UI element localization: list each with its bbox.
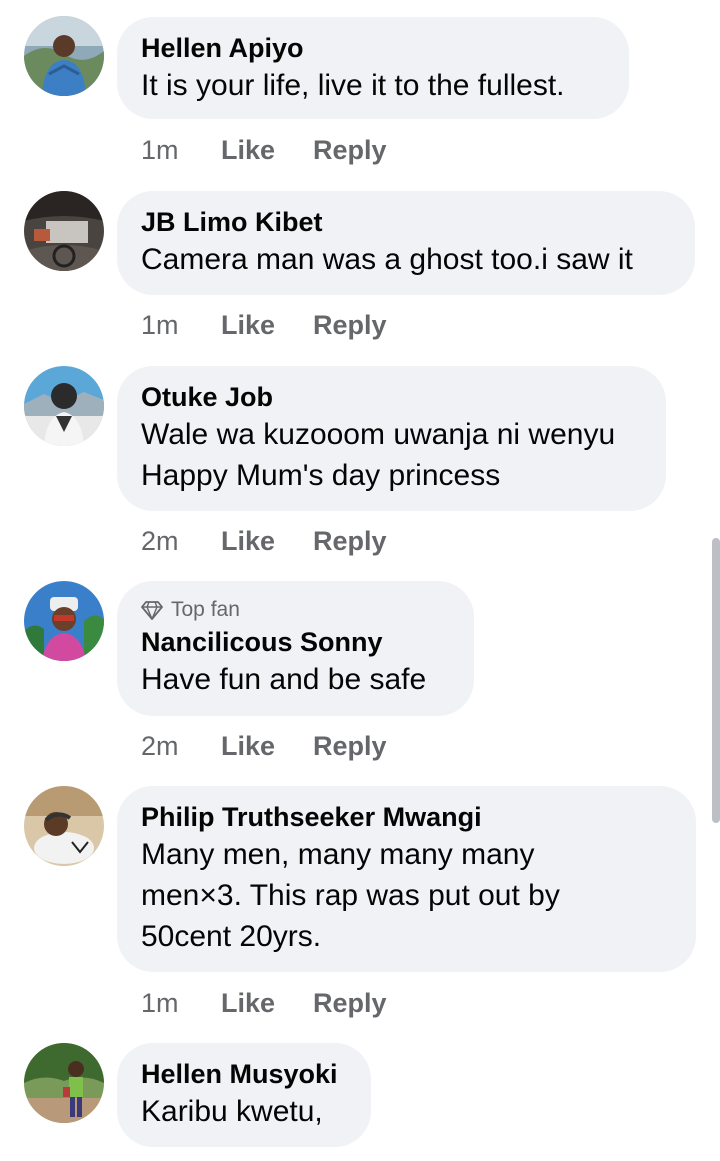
avatar[interactable] (24, 581, 104, 661)
comment-author[interactable]: Otuke Job (141, 380, 642, 414)
avatar[interactable] (24, 366, 104, 446)
comment-bubble: Philip Truthseeker Mwangi Many men, many… (117, 786, 696, 972)
comment-timestamp[interactable]: 2m (141, 524, 221, 558)
comment-bubble: Top fan Nancilicous Sonny Have fun and b… (117, 581, 474, 716)
comment-bubble: Hellen Apiyo It is your life, live it to… (117, 17, 629, 119)
badge-label: Top fan (171, 598, 240, 621)
comment-text: It is your life, live it to the fullest. (141, 69, 565, 102)
comment-text: Wale wa kuzooom uwanja ni wenyu Happy Mu… (141, 418, 616, 492)
comment-text: Camera man was a ghost too.i saw it (141, 243, 633, 276)
comment-author[interactable]: Hellen Apiyo (141, 31, 605, 65)
comment-actions: 2m Like Reply (141, 524, 387, 558)
comment-text: Karibu kwetu, (141, 1095, 323, 1128)
comment-bubble: Hellen Musyoki Karibu kwetu, (117, 1043, 371, 1147)
comment-timestamp[interactable]: 1m (141, 986, 221, 1020)
comment-actions: 1m Like Reply (141, 986, 387, 1020)
diamond-icon (141, 601, 163, 620)
comment-author[interactable]: Nancilicous Sonny (141, 625, 450, 659)
avatar[interactable] (24, 191, 104, 271)
like-button[interactable]: Like (221, 308, 313, 342)
comment-text: Have fun and be safe (141, 663, 427, 696)
like-button[interactable]: Like (221, 524, 313, 558)
scrollbar[interactable] (712, 538, 720, 823)
comment-bubble: Otuke Job Wale wa kuzooom uwanja ni weny… (117, 366, 666, 511)
avatar[interactable] (24, 16, 104, 96)
comment-bubble: JB Limo Kibet Camera man was a ghost too… (117, 191, 695, 295)
reply-button[interactable]: Reply (313, 729, 387, 763)
comment-timestamp[interactable]: 1m (141, 133, 221, 167)
avatar[interactable] (24, 786, 104, 866)
like-button[interactable]: Like (221, 133, 313, 167)
avatar[interactable] (24, 1043, 104, 1123)
comment-timestamp[interactable]: 2m (141, 729, 221, 763)
top-fan-badge: Top fan (141, 597, 450, 623)
comment-author[interactable]: JB Limo Kibet (141, 205, 671, 239)
like-button[interactable]: Like (221, 729, 313, 763)
like-button[interactable]: Like (221, 986, 313, 1020)
reply-button[interactable]: Reply (313, 133, 387, 167)
comment-text: Many men, many many many men×3. This rap… (141, 838, 560, 953)
comment-timestamp[interactable]: 1m (141, 308, 221, 342)
reply-button[interactable]: Reply (313, 524, 387, 558)
comment-actions: 2m Like Reply (141, 729, 387, 763)
reply-button[interactable]: Reply (313, 308, 387, 342)
comment-author[interactable]: Philip Truthseeker Mwangi (141, 800, 672, 834)
reply-button[interactable]: Reply (313, 986, 387, 1020)
comment-actions: 1m Like Reply (141, 308, 387, 342)
comment-actions: 1m Like Reply (141, 133, 387, 167)
comment-author[interactable]: Hellen Musyoki (141, 1057, 347, 1091)
